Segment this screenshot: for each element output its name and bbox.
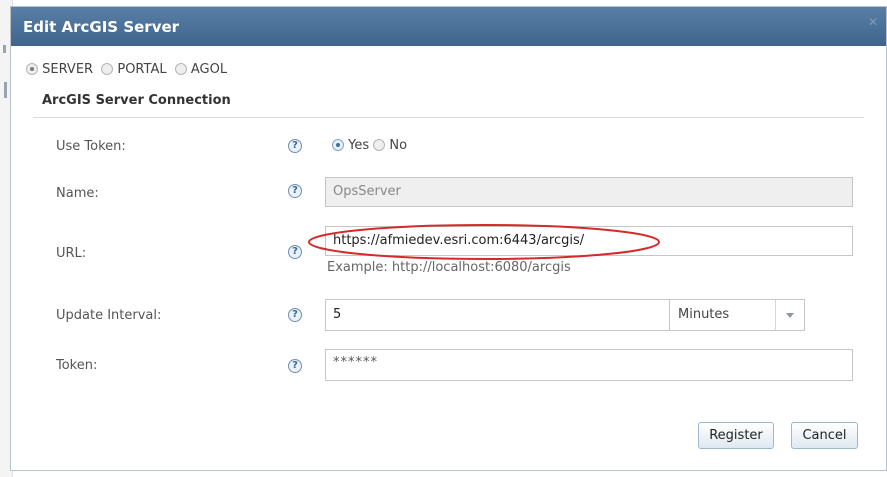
help-icon-url[interactable]: ? [288, 245, 302, 259]
chevron-down-icon [786, 313, 794, 318]
section-title: ArcGIS Server Connection [42, 93, 231, 108]
dialog-title: Edit ArcGIS Server [23, 18, 180, 36]
radio-token-yes[interactable] [332, 139, 344, 151]
url-field[interactable]: https://afmiedev.esri.com:6443/arcgis/ [325, 226, 853, 256]
background-mark [4, 82, 7, 98]
radio-agol-label: AGOL [190, 62, 228, 77]
radio-token-no[interactable] [373, 139, 386, 151]
url-label: URL: [56, 246, 87, 261]
use-token-radio-group: Yes No [332, 138, 407, 153]
help-icon-token[interactable]: ? [288, 359, 302, 373]
radio-server-label: SERVER [42, 62, 94, 77]
dropdown-toggle[interactable] [775, 300, 804, 330]
radio-agol[interactable] [174, 63, 187, 75]
url-example-hint: Example: http://localhost:6080/arcgis [327, 260, 571, 275]
interval-unit-value: Minutes [678, 307, 730, 322]
radio-token-yes-label: Yes [348, 138, 370, 153]
token-field[interactable]: ****** [325, 349, 853, 381]
name-label: Name: [56, 186, 99, 201]
radio-portal-label: PORTAL [117, 62, 167, 77]
help-icon-use-token[interactable]: ? [288, 139, 302, 153]
close-icon[interactable]: ✕ [866, 15, 880, 29]
server-type-radio-group: SERVER PORTAL AGOL [26, 62, 231, 77]
background-mark [3, 45, 6, 53]
interval-unit-select[interactable]: Minutes [669, 299, 805, 331]
radio-token-no-label: No [389, 138, 408, 153]
help-icon-name[interactable]: ? [288, 184, 302, 198]
help-icon-update-interval[interactable]: ? [288, 308, 302, 322]
dialog-titlebar: Edit ArcGIS Server ✕ [11, 7, 886, 46]
use-token-label: Use Token: [56, 139, 126, 154]
section-divider [33, 117, 864, 118]
radio-portal[interactable] [101, 63, 114, 75]
update-interval-field[interactable]: 5 [325, 299, 670, 331]
name-field[interactable]: OpsServer [325, 177, 853, 207]
register-button[interactable]: Register [698, 422, 774, 449]
token-label: Token: [56, 358, 98, 373]
update-interval-label: Update Interval: [56, 308, 162, 323]
cancel-button[interactable]: Cancel [791, 422, 858, 449]
radio-server[interactable] [26, 63, 38, 75]
